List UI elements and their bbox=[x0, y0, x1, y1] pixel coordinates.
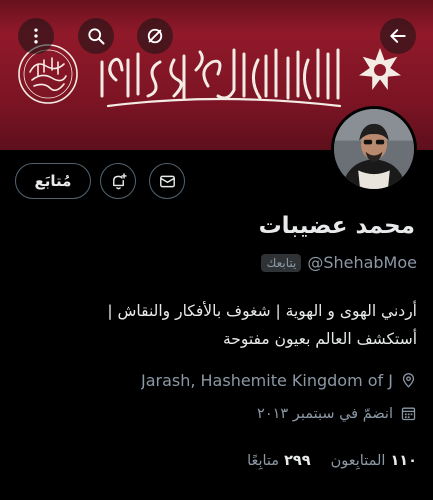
location-text: Jarash, Hashemite Kingdom of J bbox=[140, 371, 393, 390]
follow-stats: ١١٠ المتابِعون ٢٩٩ متابِعًا bbox=[247, 453, 417, 469]
envelope-icon bbox=[159, 175, 175, 187]
more-vertical-icon bbox=[34, 28, 38, 44]
calendar-icon bbox=[401, 407, 416, 421]
location-row: Jarash, Hashemite Kingdom of J bbox=[141, 371, 417, 390]
joined-date: انضمّ في سبتمبر ٢٠١٣ bbox=[257, 405, 393, 422]
follows-you-badge: يتابعك bbox=[261, 253, 302, 272]
location-pin-icon bbox=[402, 373, 415, 388]
shahada-calligraphy-image bbox=[100, 48, 342, 108]
more-options-button[interactable] bbox=[18, 18, 54, 54]
banner-shade bbox=[0, 0, 433, 34]
bio-line: أستكشف العالم بعيون مفتوحة bbox=[222, 330, 417, 348]
mute-circle-icon bbox=[147, 28, 163, 44]
followers-link[interactable]: ١١٠ المتابِعون bbox=[331, 453, 417, 469]
bell-plus-icon bbox=[112, 172, 127, 189]
handle-row: يتابعك @ShehabMoe bbox=[261, 253, 417, 272]
search-button[interactable] bbox=[78, 18, 114, 54]
profile-avatar[interactable] bbox=[331, 106, 417, 192]
followers-count: ١١٠ bbox=[390, 453, 417, 469]
avatar-photo bbox=[334, 109, 414, 189]
arrow-left-icon bbox=[390, 29, 406, 43]
bio-line: أردني الهوى و الهوية | شغوف بالأفكار وال… bbox=[107, 302, 417, 320]
back-button[interactable] bbox=[380, 18, 416, 54]
following-link[interactable]: ٢٩٩ متابِعًا bbox=[247, 453, 311, 469]
user-handle: @ShehabMoe bbox=[307, 253, 417, 272]
message-button[interactable] bbox=[149, 163, 185, 199]
mute-button[interactable] bbox=[137, 18, 173, 54]
calligraphy-seal-image bbox=[18, 44, 78, 104]
notifications-button[interactable] bbox=[100, 163, 136, 199]
display-name: محمد عضيبات bbox=[258, 213, 415, 239]
followers-label: المتابِعون bbox=[330, 453, 386, 469]
following-count: ٢٩٩ bbox=[284, 453, 311, 469]
profile-bio: أردني الهوى و الهوية | شغوف بالأفكار وال… bbox=[17, 297, 417, 353]
search-icon bbox=[88, 28, 105, 45]
joined-row: انضمّ في سبتمبر ٢٠١٣ bbox=[257, 405, 417, 422]
following-button-label: مُتابَع bbox=[34, 172, 72, 190]
following-button[interactable]: مُتابَع bbox=[15, 163, 91, 199]
following-label: متابِعًا bbox=[247, 453, 280, 469]
